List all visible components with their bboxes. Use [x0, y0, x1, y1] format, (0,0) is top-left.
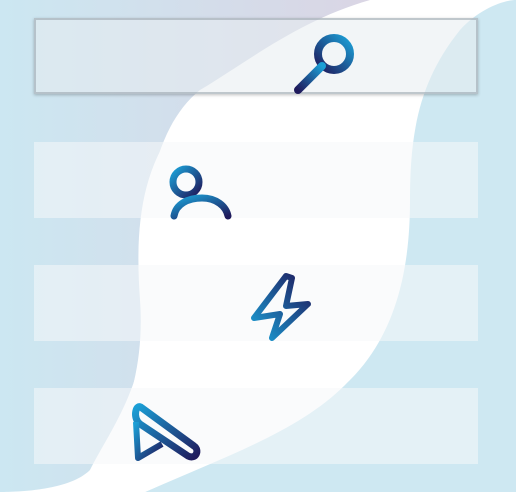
- pencil-icon: [128, 398, 204, 468]
- user-icon: [166, 160, 236, 220]
- list-item-edit[interactable]: [34, 388, 478, 464]
- search-icon[interactable]: [292, 30, 362, 94]
- search-bar[interactable]: [34, 18, 478, 94]
- list-item-user[interactable]: [34, 142, 478, 218]
- lightning-bolt-icon: [246, 270, 316, 342]
